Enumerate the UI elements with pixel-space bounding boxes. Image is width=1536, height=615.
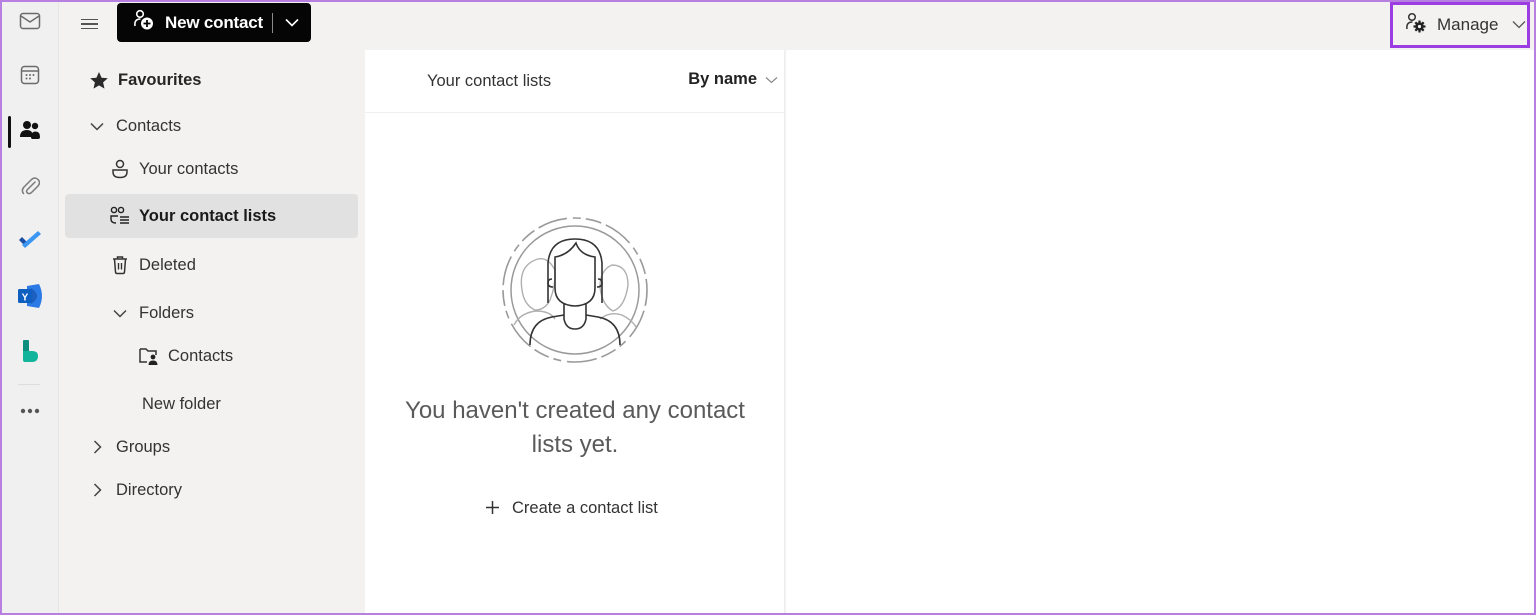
nav-deleted[interactable]: Deleted — [109, 243, 196, 287]
create-contact-list-button[interactable]: Create a contact list — [485, 497, 658, 519]
mail-icon — [19, 12, 41, 35]
nav-folders-label: Folders — [139, 303, 195, 322]
bookings-icon — [20, 339, 40, 368]
nav-folder-contacts-label: Contacts — [168, 346, 234, 365]
nav-favourites[interactable]: Favourites — [88, 58, 201, 102]
plus-icon — [485, 497, 500, 519]
chevron-down-icon — [109, 309, 131, 318]
nav-contacts-label: Contacts — [116, 116, 182, 135]
rail-todo[interactable] — [0, 220, 59, 264]
rail-yammer[interactable]: Y — [0, 276, 59, 320]
hamburger-menu-button[interactable] — [76, 12, 102, 36]
empty-state-message: You haven't created any contact lists ye… — [405, 397, 745, 458]
chevron-right-icon — [86, 483, 108, 497]
rail-more[interactable] — [0, 388, 59, 432]
yammer-icon: Y — [17, 283, 43, 313]
nav-favourites-label: Favourites — [118, 70, 202, 89]
nav-your-contacts-label: Your contacts — [139, 159, 239, 178]
nav-contacts-group[interactable]: Contacts — [86, 104, 181, 148]
nav-groups[interactable]: Groups — [86, 425, 170, 469]
nav-folder-contacts[interactable]: Contacts — [138, 334, 233, 378]
create-contact-list-label: Create a contact list — [512, 498, 658, 517]
nav-groups-label: Groups — [116, 437, 171, 456]
sort-label: By name — [688, 70, 757, 88]
person-settings-icon — [1405, 12, 1427, 39]
app-rail: Y — [0, 0, 59, 615]
nav-deleted-label: Deleted — [139, 255, 196, 274]
chevron-down-icon — [765, 70, 778, 89]
hamburger-icon-line — [80, 27, 98, 30]
rail-bookings[interactable] — [0, 331, 59, 375]
top-toolbar: New contact Manage — [60, 0, 1536, 50]
nav-folders-group[interactable]: Folders — [109, 291, 194, 335]
todo-check-icon — [17, 230, 43, 255]
new-contact-split-button: New contact — [117, 3, 311, 42]
people-icon — [19, 120, 41, 145]
list-header: Your contact lists By name — [365, 50, 784, 113]
rail-divider — [18, 384, 40, 385]
contact-folder-icon — [138, 346, 160, 366]
new-contact-label: New contact — [165, 12, 263, 32]
manage-label: Manage — [1437, 15, 1499, 34]
rail-calendar[interactable] — [0, 55, 59, 99]
nav-directory[interactable]: Directory — [86, 468, 182, 512]
folder-nav-pane: Favourites Contacts Your contacts Your c… — [60, 50, 365, 615]
person-icon — [109, 159, 131, 179]
rail-mail[interactable] — [0, 1, 59, 45]
hamburger-icon-line — [80, 18, 98, 21]
list-title: Your contact lists — [427, 72, 552, 90]
contact-lists-pane: Your contact lists By name You haven't c… — [365, 50, 785, 615]
rail-files[interactable] — [0, 166, 59, 210]
reading-pane — [786, 50, 1536, 615]
nav-your-contact-lists[interactable]: Your contact lists — [65, 194, 358, 238]
svg-text:Y: Y — [21, 292, 28, 303]
rail-people[interactable] — [0, 110, 59, 154]
chevron-right-icon — [86, 440, 108, 454]
more-icon — [20, 401, 40, 419]
paperclip-icon — [20, 175, 40, 202]
empty-contacts-illustration — [502, 217, 648, 363]
new-contact-dropdown-button[interactable] — [273, 3, 311, 42]
nav-directory-label: Directory — [116, 480, 183, 499]
contact-list-icon — [109, 206, 131, 226]
chevron-down-icon — [285, 14, 299, 32]
nav-your-contacts[interactable]: Your contacts — [109, 147, 238, 191]
nav-new-folder[interactable]: New folder — [142, 382, 221, 426]
nav-your-contact-lists-label: Your contact lists — [139, 206, 277, 225]
manage-button[interactable]: Manage — [1390, 2, 1530, 48]
nav-new-folder-label: New folder — [142, 394, 221, 413]
sort-dropdown[interactable]: By name — [688, 70, 778, 89]
trash-icon — [109, 255, 131, 275]
person-add-icon — [133, 9, 155, 36]
chevron-down-icon — [86, 122, 108, 131]
hamburger-icon-line — [80, 23, 98, 25]
chevron-down-icon — [1512, 16, 1526, 34]
new-contact-button[interactable]: New contact — [117, 3, 272, 42]
calendar-icon — [20, 65, 40, 90]
star-icon — [88, 71, 110, 90]
